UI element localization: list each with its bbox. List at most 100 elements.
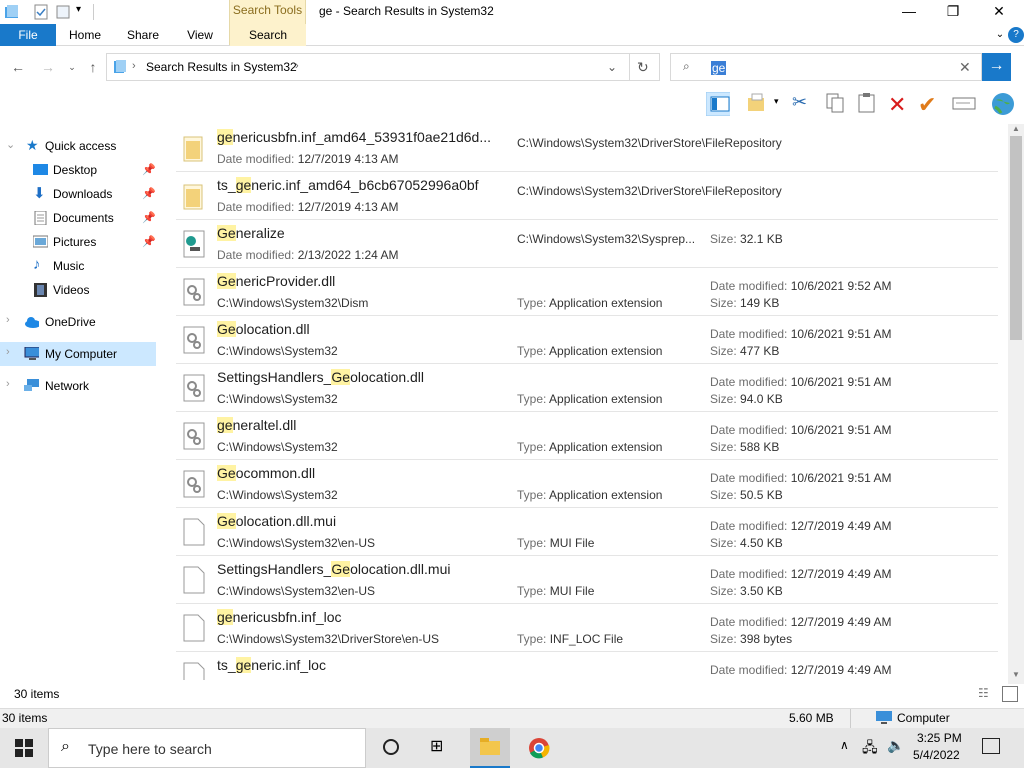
result-row[interactable]: Geolocation.dll.mui C:\Windows\System32\e… <box>176 508 998 556</box>
pin-icon[interactable]: 📌 <box>142 211 156 224</box>
volume-icon[interactable]: 🔈 <box>887 737 904 754</box>
sidebar-item-music[interactable]: ♪ Music <box>0 254 156 278</box>
recent-locations-icon[interactable]: ⌄ <box>62 57 82 77</box>
paste-icon[interactable] <box>856 92 880 116</box>
new-folder-icon[interactable] <box>746 92 770 116</box>
taskbar-search-box[interactable]: ⌕ Type here to search <box>48 728 366 768</box>
clear-search-icon[interactable]: ✕ <box>959 59 971 76</box>
new-folder-icon[interactable] <box>55 4 71 20</box>
address-dropdown-icon[interactable]: ⌄ <box>607 60 617 74</box>
network-status-icon[interactable]: 🖧 <box>862 737 878 761</box>
windows-start-icon[interactable] <box>15 739 33 757</box>
scrollbar-thumb[interactable] <box>1010 136 1022 340</box>
result-row[interactable]: genericusbfn.inf_loc C:\Windows\System32\… <box>176 604 998 652</box>
rename-icon[interactable] <box>952 92 976 116</box>
clock-date[interactable]: 5/4/2022 <box>913 748 960 762</box>
sidebar-item-videos[interactable]: Videos <box>0 278 156 302</box>
tab-file[interactable]: File <box>0 24 56 46</box>
pin-icon[interactable]: 📌 <box>142 163 156 176</box>
customize-quick-access-icon[interactable]: ▾ <box>76 4 81 20</box>
result-row[interactable]: ts_generic.inf_amd64_b6cb67052996a0bf Dat… <box>176 172 998 220</box>
pin-icon[interactable]: 📌 <box>142 187 156 200</box>
chevron-down-icon[interactable]: ⌄ <box>6 138 15 151</box>
search-input[interactable]: ge <box>711 61 727 75</box>
result-name[interactable]: Geocommon.dll <box>217 465 315 481</box>
scroll-down-icon[interactable]: ▼ <box>1012 670 1020 679</box>
pin-icon[interactable]: 📌 <box>142 235 156 248</box>
dll-file-icon <box>182 277 206 307</box>
taskbar-search-input[interactable]: Type here to search <box>88 741 212 757</box>
folder-icon[interactable] <box>4 4 20 20</box>
help-icon[interactable]: ? <box>1008 27 1024 43</box>
forward-arrow-icon[interactable]: → <box>38 57 58 77</box>
scroll-up-icon[interactable]: ▲ <box>1012 124 1020 133</box>
large-icons-view-icon[interactable] <box>1002 686 1018 702</box>
clock-time[interactable]: 3:25 PM <box>917 731 962 745</box>
cortana-icon[interactable] <box>383 739 399 755</box>
result-name[interactable]: Geolocation.dll.mui <box>217 513 336 529</box>
show-hidden-icons-icon[interactable]: ∧ <box>840 738 849 752</box>
breadcrumb[interactable]: Search Results in System32 <box>146 60 297 74</box>
result-name[interactable]: SettingsHandlers_Geolocation.dll.mui <box>217 561 450 577</box>
result-row[interactable]: GenericProvider.dll C:\Windows\System32\D… <box>176 268 998 316</box>
result-name[interactable]: Generalize <box>217 225 285 241</box>
search-box[interactable]: ⌕ ge ✕ <box>670 53 982 81</box>
result-row[interactable]: SettingsHandlers_Geolocation.dll.mui C:\W… <box>176 556 998 604</box>
minimize-button[interactable]: — <box>886 0 932 24</box>
search-go-button[interactable]: → <box>982 53 1011 81</box>
chevron-right-icon[interactable]: › <box>6 314 10 326</box>
properties-icon[interactable] <box>33 4 49 20</box>
result-name[interactable]: SettingsHandlers_Geolocation.dll <box>217 369 424 385</box>
globe-icon[interactable] <box>990 92 1014 116</box>
address-bar[interactable]: › Search Results in System32 › ⌄ ↻ <box>106 53 660 81</box>
tab-view[interactable]: View <box>175 24 225 46</box>
tab-search[interactable]: Search <box>230 24 306 46</box>
result-row[interactable]: Geocommon.dll C:\Windows\System32 Type: Ap… <box>176 460 998 508</box>
result-name[interactable]: Geolocation.dll <box>217 321 310 337</box>
search-results-list[interactable]: genericusbfn.inf_amd64_53931f0ae21d6d...… <box>176 124 1006 680</box>
result-row[interactable]: Geolocation.dll C:\Windows\System32 Type: … <box>176 316 998 364</box>
result-row[interactable]: generaltel.dll C:\Windows\System32 Type: A… <box>176 412 998 460</box>
sidebar-item-pictures[interactable]: Pictures 📌 <box>0 230 156 254</box>
tab-share[interactable]: Share <box>118 24 168 46</box>
videos-icon <box>34 283 47 297</box>
maximize-button[interactable]: ❐ <box>930 0 976 24</box>
sidebar-item-onedrive[interactable]: › OneDrive <box>0 310 156 334</box>
star-icon: ★ <box>26 137 39 153</box>
result-name[interactable]: ts_generic.inf_amd64_b6cb67052996a0bf <box>217 177 479 193</box>
task-view-icon[interactable]: ⊞ <box>430 736 443 756</box>
refresh-icon[interactable]: ↻ <box>637 59 649 76</box>
tab-home[interactable]: Home <box>60 24 110 46</box>
result-name[interactable]: genericusbfn.inf_amd64_53931f0ae21d6d... <box>217 129 491 145</box>
sidebar-item-documents[interactable]: Documents 📌 <box>0 206 156 230</box>
notifications-icon[interactable] <box>982 738 1000 754</box>
sidebar-item-my-computer[interactable]: › My Computer <box>0 342 156 366</box>
result-row[interactable]: Generalize Date modified: 2/13/2022 1:24 … <box>176 220 998 268</box>
up-arrow-icon[interactable]: ↑ <box>83 57 103 77</box>
chevron-right-icon[interactable]: › <box>6 346 10 358</box>
taskbar-file-explorer-button[interactable] <box>470 728 510 768</box>
sidebar-item-downloads[interactable]: ⬇ Downloads 📌 <box>0 182 156 206</box>
result-row[interactable]: genericusbfn.inf_amd64_53931f0ae21d6d...… <box>176 124 998 172</box>
copy-icon[interactable] <box>824 92 848 116</box>
sidebar-item-quick-access[interactable]: ⌄ ★ Quick access <box>0 134 156 158</box>
result-name[interactable]: ts_generic.inf_loc <box>217 657 326 673</box>
result-name[interactable]: GenericProvider.dll <box>217 273 335 289</box>
sidebar-item-network[interactable]: › Network <box>0 374 156 398</box>
details-view-icon[interactable]: ☷ <box>978 686 989 700</box>
chevron-right-icon[interactable]: › <box>6 378 10 390</box>
result-row[interactable]: SettingsHandlers_Geolocation.dll C:\Windo… <box>176 364 998 412</box>
vertical-scrollbar[interactable]: ▲ ▼ <box>1008 124 1024 684</box>
preview-pane-icon[interactable] <box>706 92 730 116</box>
result-name[interactable]: generaltel.dll <box>217 417 296 433</box>
back-arrow-icon[interactable]: ← <box>8 57 28 77</box>
close-button[interactable]: ✕ <box>976 0 1022 24</box>
chrome-icon[interactable] <box>528 737 550 759</box>
checkmark-icon[interactable]: ✔ <box>918 92 942 117</box>
collapse-ribbon-icon[interactable]: ⌄ <box>990 24 1010 46</box>
result-name[interactable]: genericusbfn.inf_loc <box>217 609 342 625</box>
delete-icon[interactable]: ✕ <box>888 92 912 117</box>
sidebar-item-desktop[interactable]: Desktop 📌 <box>0 158 156 182</box>
cut-icon[interactable]: ✂ <box>792 92 816 116</box>
result-row[interactable]: ts_generic.inf_loc Date modified: 12/7/20… <box>176 652 998 680</box>
